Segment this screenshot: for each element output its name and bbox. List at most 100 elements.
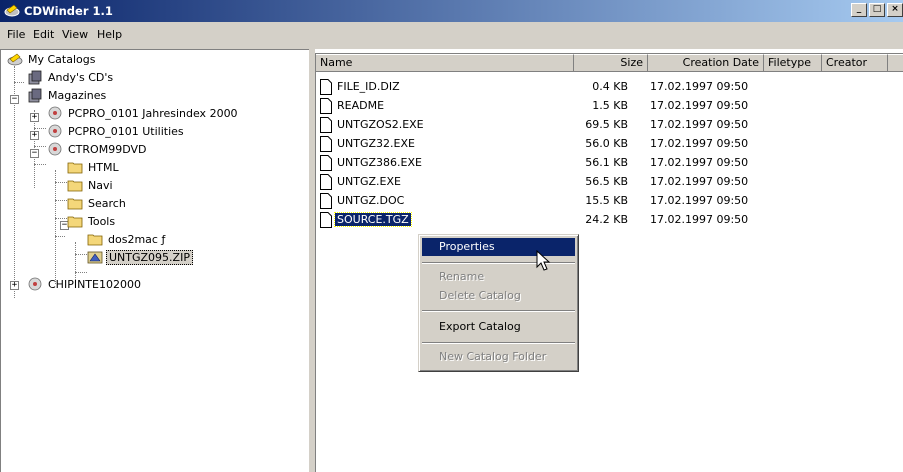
catalog-tree[interactable]: − + + − − + My Catalogs Andy's CD's Maga… (0, 49, 309, 472)
file-date: 17.02.1997 09:50 (650, 175, 749, 188)
tree-item-andys-cds[interactable]: Andy's CD's (27, 68, 115, 86)
menu-edit[interactable]: Edit (33, 28, 54, 41)
file-icon (320, 212, 332, 228)
app-icon (4, 4, 20, 17)
menu-separator (422, 262, 575, 264)
table-row-selected[interactable]: SOURCE.TGZ 24.2 KB 17.02.1997 09:50 (316, 211, 903, 229)
menu-item-rename[interactable]: Rename (422, 268, 575, 286)
menu-view[interactable]: View (62, 28, 88, 41)
tree-label: UNTGZ095.ZIP (106, 249, 193, 265)
column-header-creator[interactable]: Creator (822, 54, 888, 72)
table-row[interactable]: FILE_ID.DIZ 0.4 KB 17.02.1997 09:50 (316, 78, 903, 96)
tree-label: HTML (88, 160, 119, 174)
file-name: UNTGZ32.EXE (337, 137, 415, 150)
tree-label: My Catalogs (28, 52, 96, 66)
tree-item-pcpro-jahresindex[interactable]: PCPRO_0101 Jahresindex 2000 (47, 104, 240, 122)
close-button[interactable]: × (887, 3, 903, 17)
tree-item-ctrom99dvd[interactable]: CTROM99DVD (47, 140, 148, 158)
file-icon (320, 193, 332, 209)
mouse-pointer-icon (536, 250, 551, 271)
column-header-filetype[interactable]: Filetype (764, 54, 822, 72)
table-row[interactable]: UNTGZOS2.EXE 69.5 KB 17.02.1997 09:50 (316, 116, 903, 134)
file-name: FILE_ID.DIZ (337, 80, 400, 93)
expand-pcpro2-toggle[interactable]: + (30, 131, 39, 140)
column-header-extra[interactable] (888, 54, 903, 72)
file-name: UNTGZOS2.EXE (337, 118, 424, 131)
maximize-button[interactable]: □ (869, 3, 885, 17)
folder-icon (87, 234, 103, 246)
file-icon (320, 79, 332, 95)
file-date: 17.02.1997 09:50 (650, 156, 749, 169)
file-size: 56.1 KB (585, 156, 628, 169)
menu-help[interactable]: Help (97, 28, 122, 41)
menu-item-export-catalog[interactable]: Export Catalog (422, 318, 575, 336)
expand-pcpro1-toggle[interactable]: + (30, 113, 39, 122)
file-icon (320, 174, 332, 190)
table-row[interactable]: UNTGZ32.EXE 56.0 KB 17.02.1997 09:50 (316, 135, 903, 153)
minimize-button[interactable]: _ (851, 3, 867, 17)
file-size: 24.2 KB (585, 213, 628, 226)
cd-stack-icon (28, 88, 42, 103)
file-name: UNTGZ386.EXE (337, 156, 422, 169)
file-name: UNTGZ.DOC (337, 194, 405, 207)
tree-item-pcpro-utilities[interactable]: PCPRO_0101 Utilities (47, 122, 186, 140)
window-title: CDWinder 1.1 (24, 4, 113, 18)
tree-label: dos2mac ƒ (108, 232, 166, 246)
menu-separator (422, 342, 575, 344)
tree-item-html[interactable]: HTML (67, 158, 121, 176)
file-name: UNTGZ.EXE (337, 175, 401, 188)
file-list[interactable]: Name Size Creation Date Filetype Creator… (315, 53, 903, 472)
tree-item-untgz095-zip[interactable]: UNTGZ095.ZIP (87, 248, 193, 266)
zip-archive-icon (87, 251, 103, 264)
tree-item-tools[interactable]: Tools (67, 212, 117, 230)
table-row[interactable]: UNTGZ.EXE 56.5 KB 17.02.1997 09:50 (316, 173, 903, 191)
file-icon (320, 155, 332, 171)
table-row[interactable]: UNTGZ.DOC 15.5 KB 17.02.1997 09:50 (316, 192, 903, 210)
column-header-name[interactable]: Name (316, 54, 574, 72)
table-row[interactable]: UNTGZ386.EXE 56.1 KB 17.02.1997 09:50 (316, 154, 903, 172)
title-bar: CDWinder 1.1 _ □ × (0, 0, 903, 22)
file-date: 17.02.1997 09:50 (650, 137, 749, 150)
catalogs-icon (7, 53, 23, 66)
file-icon (320, 136, 332, 152)
file-size: 15.5 KB (585, 194, 628, 207)
cd-disc-icon (48, 142, 62, 156)
menu-item-new-catalog-folder[interactable]: New Catalog Folder (422, 348, 575, 366)
file-date: 17.02.1997 09:50 (650, 194, 749, 207)
tree-item-magazines[interactable]: Magazines (27, 86, 108, 104)
tree-item-dos2mac[interactable]: dos2mac ƒ (87, 230, 167, 248)
menu-separator (422, 310, 575, 312)
tree-label: Magazines (48, 88, 107, 102)
folder-icon (67, 198, 83, 210)
file-size: 56.0 KB (585, 137, 628, 150)
file-icon (320, 117, 332, 133)
folder-icon (67, 180, 83, 192)
file-size: 1.5 KB (592, 99, 628, 112)
tree-label: Search (88, 196, 126, 210)
menu-item-delete-catalog[interactable]: Delete Catalog (422, 287, 575, 305)
expand-chip-toggle[interactable]: + (10, 281, 19, 290)
column-header-size[interactable]: Size (574, 54, 648, 72)
tree-item-my-catalogs[interactable]: My Catalogs (7, 50, 97, 68)
column-header-creation-date[interactable]: Creation Date (648, 54, 764, 72)
file-name: README (337, 99, 385, 112)
tree-item-search[interactable]: Search (67, 194, 128, 212)
expand-magazines-toggle[interactable]: − (10, 95, 19, 104)
file-name: SOURCE.TGZ (334, 212, 412, 227)
cd-stack-icon (28, 70, 42, 85)
expand-ctrom-toggle[interactable]: − (30, 149, 39, 158)
cd-disc-icon (48, 106, 62, 120)
menu-item-properties[interactable]: Properties (422, 238, 575, 256)
tree-item-navi[interactable]: Navi (67, 176, 115, 194)
tree-label: Tools (88, 214, 116, 228)
file-date: 17.02.1997 09:50 (650, 80, 749, 93)
file-date: 17.02.1997 09:50 (650, 99, 749, 112)
file-size: 69.5 KB (585, 118, 628, 131)
file-size: 0.4 KB (592, 80, 628, 93)
menu-file[interactable]: File (7, 28, 25, 41)
tree-label: Andy's CD's (48, 70, 114, 84)
tree-item-chipinte102000[interactable]: CHIPINTE102000 (27, 275, 143, 293)
table-row[interactable]: README 1.5 KB 17.02.1997 09:50 (316, 97, 903, 115)
cd-disc-icon (48, 124, 62, 138)
file-icon (320, 98, 332, 114)
